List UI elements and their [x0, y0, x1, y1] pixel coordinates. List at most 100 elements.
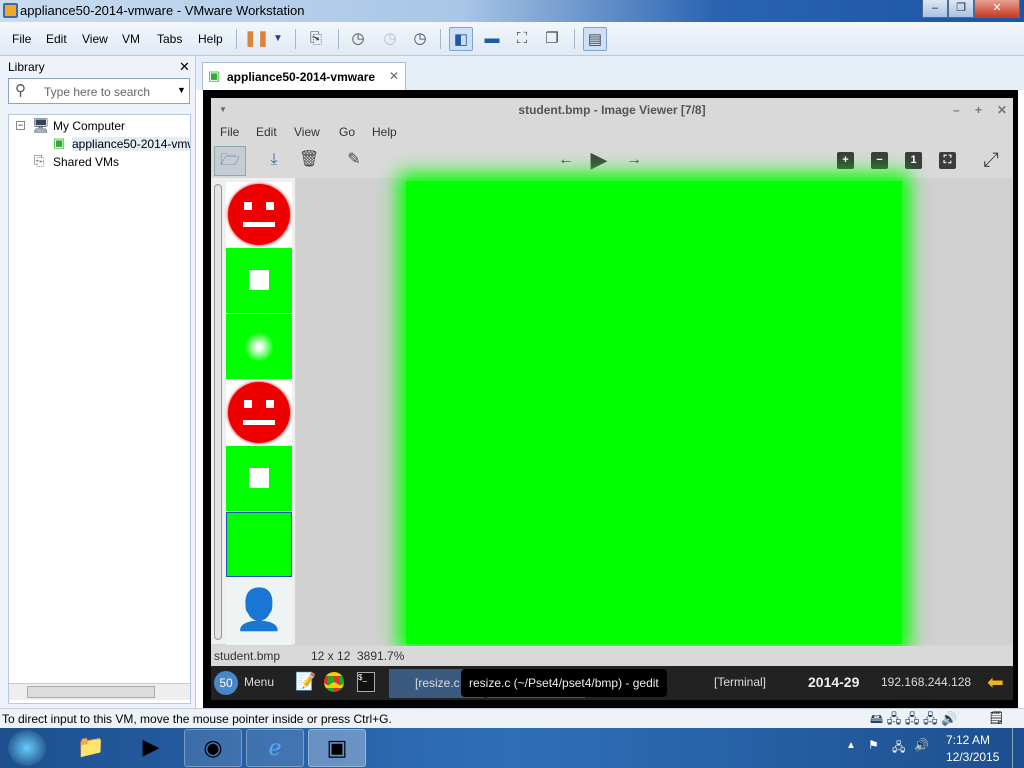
horizontal-scrollbar[interactable] — [9, 683, 190, 700]
thumbnail-student-selected[interactable] — [226, 512, 292, 577]
menu-badge[interactable]: 50 — [214, 671, 238, 695]
status-dimensions: 12 x 12 — [311, 649, 351, 663]
viewer-menubar: File Edit View Go Help — [211, 122, 1013, 142]
viewer-menu-go[interactable]: Go — [339, 125, 355, 139]
text-editor-icon[interactable]: 📝 — [295, 672, 316, 692]
minimize-icon[interactable]: – — [953, 98, 960, 122]
viewer-menu-help[interactable]: Help — [372, 125, 397, 139]
menu-file[interactable]: File — [12, 32, 31, 46]
take-snapshot-icon[interactable]: ◷ — [346, 27, 370, 51]
menu-help[interactable]: Help — [198, 32, 223, 46]
tab-vm[interactable]: ▣ appliance50-2014-vmware ✕ — [202, 62, 406, 90]
divider — [236, 29, 237, 49]
zoom-fit-icon[interactable]: ⛶ — [939, 152, 956, 169]
thumbnail-smiley[interactable] — [226, 182, 292, 247]
revert-snapshot-icon[interactable]: ◷ — [378, 27, 402, 51]
show-library-icon[interactable]: ◧ — [449, 27, 473, 51]
menu-view[interactable]: View — [82, 32, 108, 46]
thumbnail-small[interactable] — [226, 446, 292, 511]
divider — [574, 29, 575, 49]
library-title: Library — [8, 60, 45, 74]
thumbnail-smiley[interactable] — [226, 380, 292, 445]
viewer-toolbar: 🗁 ⤓ 🗑 ✎ ← ▶ → + − 1 ⛶ ⤢ — [211, 142, 1013, 178]
start-button[interactable] — [8, 730, 46, 766]
vm-icon: ▣ — [208, 68, 221, 83]
thumbnail-small[interactable] — [226, 248, 292, 313]
close-library-icon[interactable]: ✕ — [179, 59, 190, 75]
collapse-icon[interactable]: − — [16, 121, 25, 130]
show-desktop-button[interactable] — [1012, 728, 1024, 768]
displayed-image — [406, 181, 902, 644]
taskbar-item-terminal[interactable]: [Terminal] — [714, 675, 766, 689]
viewer-title: student.bmp - Image Viewer [7/8] — [518, 103, 706, 117]
window-menu-icon[interactable]: ▼ — [219, 98, 227, 122]
volume-icon[interactable]: 🔊 — [914, 738, 929, 752]
thumbnail-large[interactable] — [226, 314, 292, 379]
tree-item-vm[interactable]: appliance50-2014-vmware — [72, 137, 190, 151]
clock-date[interactable]: 12/3/2015 — [946, 750, 999, 764]
thumbnail-photo[interactable]: 👤 — [226, 580, 292, 645]
vm-console[interactable]: ▼ student.bmp - Image Viewer [7/8] – + ✕… — [203, 90, 1018, 708]
viewer-menu-file[interactable]: File — [220, 125, 239, 139]
snapshot-manager-icon[interactable]: ◷ — [408, 27, 432, 51]
menu-tabs[interactable]: Tabs — [157, 32, 182, 46]
pause-icon[interactable]: ❚❚ — [244, 27, 269, 51]
search-icon: ⚲ — [15, 82, 26, 99]
menu-edit[interactable]: Edit — [46, 32, 67, 46]
previous-arrow-icon[interactable]: ← — [556, 150, 576, 170]
explorer-icon[interactable]: 📁 — [62, 729, 120, 767]
viewer-menu-edit[interactable]: Edit — [256, 125, 277, 139]
scrollbar-thumb[interactable] — [27, 686, 155, 698]
send-ctrl-alt-del-icon[interactable]: ⎘ — [304, 27, 328, 51]
shared-vms-icon: ⎘ — [34, 153, 45, 168]
computer-icon: 🖥 — [32, 117, 50, 133]
zoom-out-icon[interactable]: − — [871, 152, 888, 169]
close-icon[interactable]: ✕ — [997, 98, 1007, 122]
open-folder-icon[interactable]: 🗁 — [214, 146, 246, 176]
close-button[interactable]: ✕ — [974, 0, 1020, 18]
chevron-down-icon[interactable]: ▼ — [177, 85, 186, 95]
minimize-button[interactable]: – — [922, 0, 948, 18]
maximize-icon[interactable]: + — [975, 98, 982, 122]
play-slideshow-icon[interactable]: ▶ — [589, 149, 609, 171]
save-icon[interactable]: ⤓ — [264, 150, 284, 170]
next-arrow-icon[interactable]: → — [624, 150, 644, 170]
menu-vm[interactable]: VM — [122, 32, 140, 46]
internet-explorer-icon[interactable]: ℯ — [246, 729, 304, 767]
clock-time[interactable]: 7:12 AM — [946, 733, 990, 747]
chevron-down-icon[interactable]: ▼ — [266, 27, 290, 51]
chrome-icon[interactable] — [324, 672, 344, 692]
close-tab-icon[interactable]: ✕ — [389, 69, 399, 83]
tab-label: appliance50-2014-vmware — [227, 70, 376, 84]
chrome-icon[interactable]: ◉ — [184, 729, 242, 767]
tree-item-my-computer[interactable]: My Computer — [53, 119, 125, 133]
thumbnail-bar-icon[interactable]: ▬ — [480, 27, 504, 51]
media-player-icon[interactable]: ▶ — [122, 729, 180, 767]
zoom-original-icon[interactable]: 1 — [905, 152, 922, 169]
viewer-menu-view[interactable]: View — [294, 125, 320, 139]
arrow-left-icon[interactable]: ⬅ — [987, 670, 1004, 695]
menu-button[interactable]: Menu — [244, 675, 274, 689]
divider — [338, 29, 339, 49]
full-screen-icon[interactable]: ⛶ — [510, 27, 534, 51]
window-title: appliance50-2014-vmware - VMware Worksta… — [20, 3, 305, 18]
tree-item-shared-vms[interactable]: Shared VMs — [53, 155, 119, 169]
network-icon[interactable]: 🖧 — [892, 738, 905, 759]
vmware-icon[interactable]: ▣ — [308, 729, 366, 767]
zoom-in-icon[interactable]: + — [837, 152, 854, 169]
edit-pencil-icon[interactable]: ✎ — [344, 150, 364, 170]
library-search-input[interactable]: ⚲ Type here to search ▼ — [8, 78, 190, 104]
console-view-icon[interactable]: ▤ — [583, 27, 607, 51]
image-canvas — [296, 178, 1013, 644]
divider — [440, 29, 441, 49]
status-zoom: 3891.7% — [357, 649, 405, 663]
action-center-icon[interactable]: ⚑ — [868, 738, 879, 752]
show-hidden-icons[interactable]: ▲ — [846, 740, 856, 751]
fullscreen-icon[interactable]: ⤢ — [981, 150, 1001, 170]
trash-icon[interactable]: 🗑 — [299, 150, 319, 170]
message-log-icon[interactable]: 🗒 — [988, 710, 1005, 726]
thumbnail-scrollbar[interactable] — [214, 184, 222, 640]
unity-icon[interactable]: ❐ — [540, 27, 564, 51]
maximize-button[interactable]: ❐ — [948, 0, 974, 18]
terminal-icon[interactable]: $_ — [357, 672, 375, 692]
